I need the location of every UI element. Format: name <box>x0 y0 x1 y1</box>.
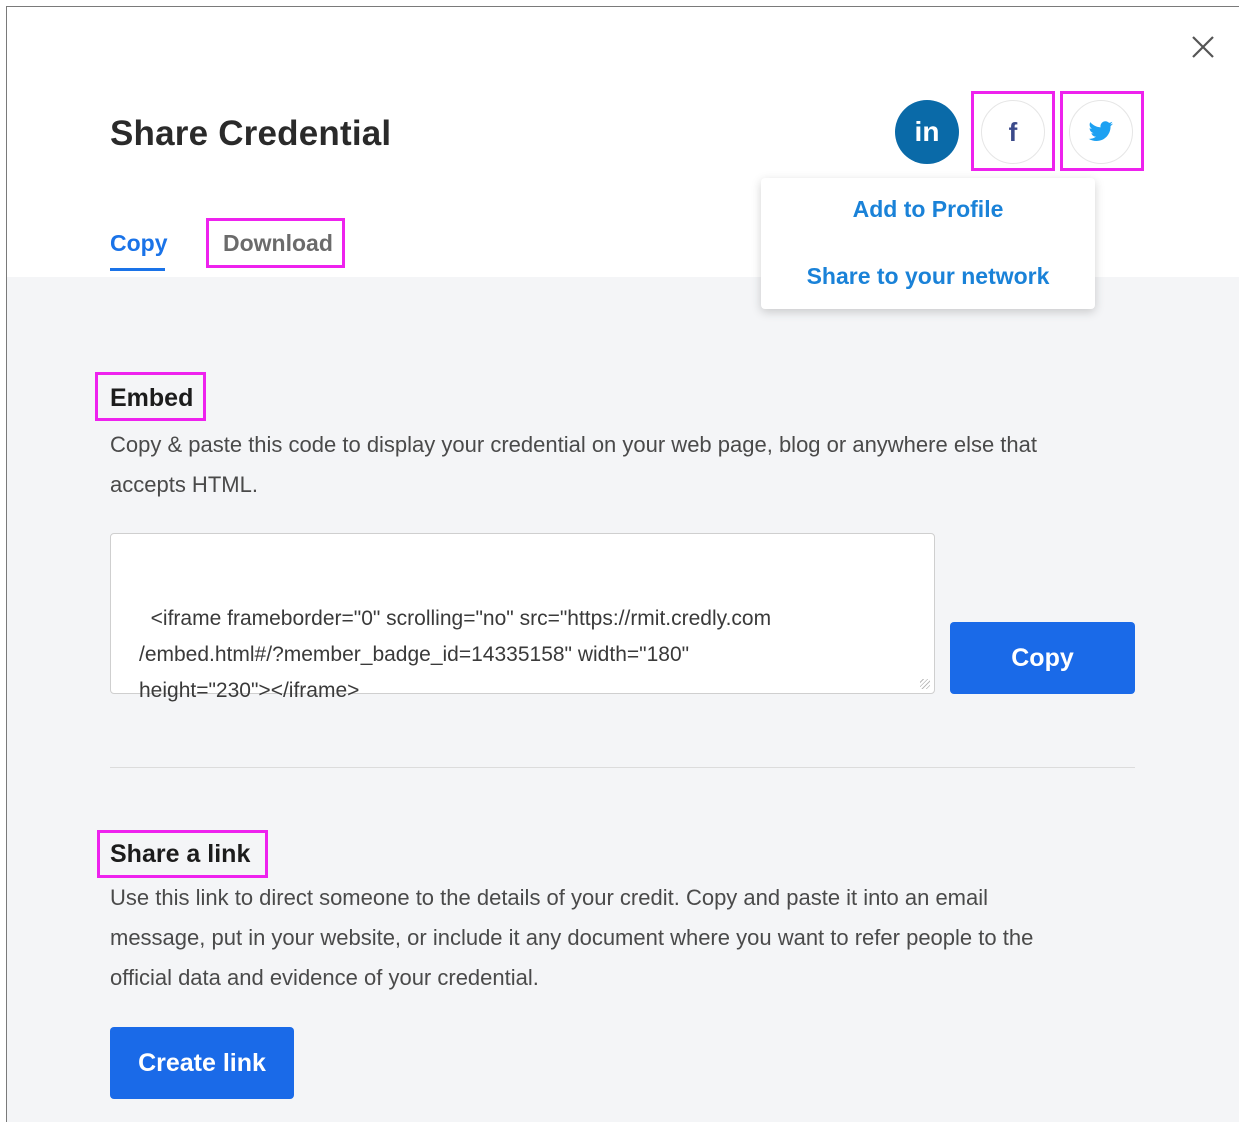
embed-code-text: <iframe frameborder="0" scrolling="no" s… <box>139 607 772 702</box>
linkedin-dropdown-menu: Add to Profile Share to your network <box>761 178 1095 309</box>
linkedin-icon: in <box>914 116 940 147</box>
embed-heading-highlight-box <box>95 372 206 421</box>
share-link-description-line-1: Use this link to direct someone to the d… <box>110 885 989 910</box>
menu-item-share-to-network[interactable]: Share to your network <box>761 263 1095 290</box>
create-link-button[interactable]: Create link <box>110 1027 294 1099</box>
resize-grip-icon[interactable] <box>920 679 930 689</box>
section-divider <box>110 767 1135 768</box>
embed-description-line-2: accepts HTML. <box>110 472 258 497</box>
active-tab-indicator <box>110 268 165 271</box>
page-title: Share Credential <box>110 114 392 153</box>
linkedin-share-button[interactable]: in <box>895 100 959 164</box>
tab-copy[interactable]: Copy <box>110 230 168 257</box>
menu-item-add-to-profile[interactable]: Add to Profile <box>761 196 1095 223</box>
download-tab-highlight-box <box>206 218 345 268</box>
close-icon <box>1192 36 1214 58</box>
facebook-highlight-box <box>971 91 1055 171</box>
embed-description-line-1: Copy & paste this code to display your c… <box>110 432 1037 457</box>
share-link-description-line-3: official data and evidence of your crede… <box>110 965 539 990</box>
copy-embed-button[interactable]: Copy <box>950 622 1135 694</box>
embed-code-textarea[interactable]: <iframe frameborder="0" scrolling="no" s… <box>110 533 935 702</box>
share-link-heading-highlight-box <box>97 830 268 878</box>
share-link-description-line-2: message, put in your website, or include… <box>110 925 1034 950</box>
twitter-highlight-box <box>1060 91 1144 171</box>
close-button[interactable] <box>1188 32 1218 62</box>
